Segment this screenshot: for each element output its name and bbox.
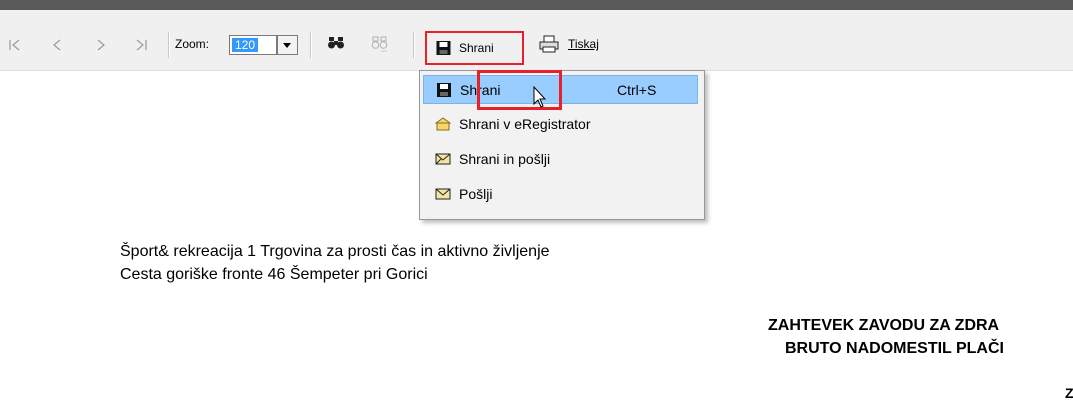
save-icon [437, 83, 451, 97]
menu-item-shortcut: Ctrl+S [617, 82, 657, 98]
toolbar-separator [310, 32, 312, 58]
zoom-label: Zoom: [175, 37, 210, 51]
save-dropdown-menu: Shrani Ctrl+S Shrani v eRegistrator Shra… [419, 70, 705, 220]
toolbar-separator [168, 32, 170, 58]
folder-icon [435, 117, 451, 131]
save-toolbar-label: Shrani [459, 41, 494, 55]
toolbar-separator [413, 32, 415, 58]
zoom-select[interactable]: 120 [229, 35, 298, 55]
find-icon[interactable] [327, 35, 345, 51]
document-heading-line2: BRUTO NADOMESTIL PLAČI [785, 340, 1004, 357]
document-address-line: Cesta goriške fronte 46 Šempeter pri Gor… [120, 266, 428, 283]
window-title-strip [0, 0, 1073, 10]
save-toolbar-button[interactable]: Shrani [425, 31, 524, 65]
zoom-input[interactable]: 120 [229, 35, 277, 55]
annotation-highlight-box [477, 70, 562, 110]
zoom-dropdown-button[interactable] [277, 35, 298, 55]
document-heading-line1: ZAHTEVEK ZAVODU ZA ZDRA [768, 317, 1000, 334]
next-page-icon[interactable] [94, 38, 108, 52]
print-icon [539, 35, 559, 53]
menu-item-send[interactable]: Pošlji [423, 180, 698, 209]
menu-item-label: Shrani in pošlji [459, 151, 551, 167]
menu-item-label: Pošlji [459, 186, 493, 202]
envelope-icon [435, 153, 451, 165]
document-corner-text: Z [1065, 385, 1073, 401]
first-page-icon[interactable] [8, 38, 22, 52]
envelope-icon [435, 188, 451, 200]
print-toolbar-label: Tiskaj [568, 37, 599, 51]
prev-page-icon[interactable] [50, 38, 64, 52]
save-icon [436, 41, 451, 55]
menu-item-save-eregistrator[interactable]: Shrani v eRegistrator [423, 110, 698, 139]
find-next-icon[interactable] [370, 35, 390, 53]
last-page-icon[interactable] [134, 38, 148, 52]
menu-item-label: Shrani v eRegistrator [459, 116, 591, 132]
zoom-value: 120 [232, 38, 259, 52]
mouse-cursor-icon [533, 86, 547, 108]
document-company-line: Šport& rekreacija 1 Trgovina za prosti č… [120, 243, 550, 260]
menu-item-save-and-send[interactable]: Shrani in pošlji [423, 145, 698, 174]
report-toolbar: Zoom: 120 Shrani Tiskaj [0, 10, 1073, 71]
